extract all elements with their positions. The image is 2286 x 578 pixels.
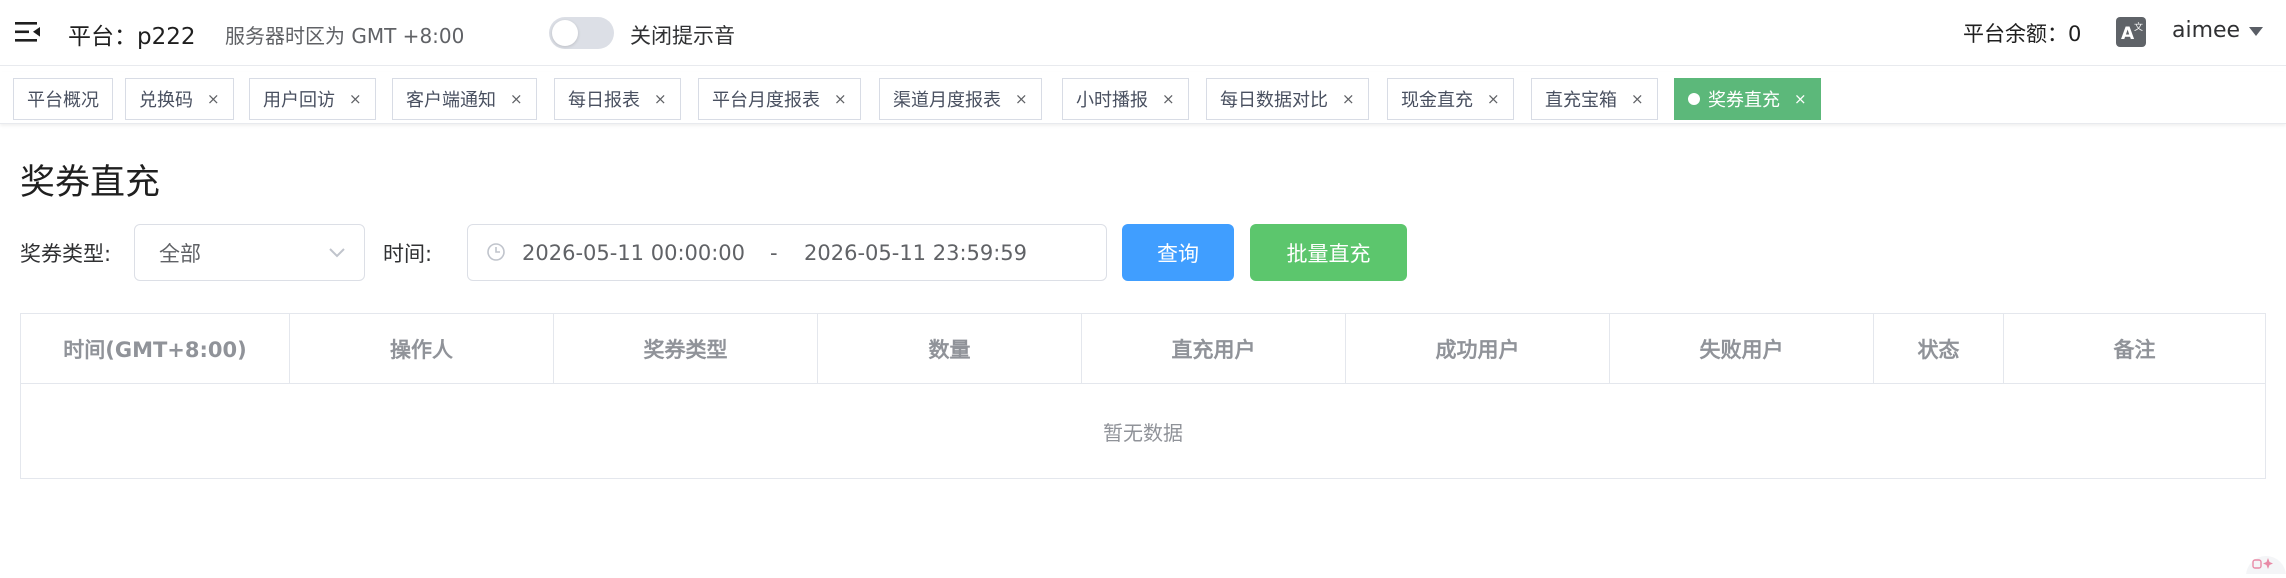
time-label: 时间: [383, 242, 433, 266]
close-icon[interactable]: × [1631, 90, 1644, 108]
tag-label: 奖券直充 [1708, 90, 1780, 111]
caret-down-icon [2249, 26, 2264, 36]
date-range-picker[interactable]: 2026-05-11 00:00:00 - 2026-05-11 23:59:5… [467, 224, 1107, 281]
tag-hourly-broadcast[interactable]: 小时播报 × [1062, 78, 1189, 120]
close-icon[interactable]: × [654, 90, 667, 108]
tag-label: 客户端通知 [406, 90, 496, 111]
column-header-status: 状态 [1874, 314, 2004, 384]
table-empty-text: 暂无数据 [1103, 421, 1183, 445]
close-icon[interactable]: × [1015, 90, 1028, 108]
translate-icon[interactable]: A 文 [2116, 17, 2146, 47]
query-button[interactable]: 查询 [1122, 224, 1234, 281]
range-separator: - [770, 241, 778, 265]
user-dropdown[interactable]: aimee [2172, 18, 2264, 43]
tag-label: 平台概况 [27, 90, 99, 111]
tag-label: 直充宝箱 [1545, 90, 1617, 111]
tag-label: 用户回访 [263, 90, 335, 111]
voucher-type-label: 奖券类型: [20, 242, 112, 266]
close-icon[interactable]: × [1487, 90, 1500, 108]
platform-label: 平台：p222 [68, 24, 196, 50]
tag-cash-direct-recharge[interactable]: 现金直充 × [1387, 78, 1514, 120]
column-header-recharge-users: 直充用户 [1082, 314, 1346, 384]
tag-client-notice[interactable]: 客户端通知 × [392, 78, 537, 120]
tag-daily-report[interactable]: 每日报表 × [554, 78, 681, 120]
svg-text:A: A [2121, 24, 2135, 44]
end-time-input[interactable]: 2026-05-11 23:59:59 [804, 241, 1027, 265]
tag-voucher-direct-recharge[interactable]: 奖券直充 × [1674, 78, 1821, 120]
close-icon[interactable]: × [834, 90, 847, 108]
tag-direct-recharge-chest[interactable]: 直充宝箱 × [1531, 78, 1658, 120]
column-header-voucher-type: 奖券类型 [554, 314, 818, 384]
tag-redeem-code[interactable]: 兑换码 × [125, 78, 234, 120]
tag-platform-overview[interactable]: 平台概况 [13, 78, 113, 120]
column-header-remark: 备注 [2113, 338, 2156, 362]
tag-label: 兑换码 [139, 90, 193, 111]
username: aimee [2172, 18, 2241, 43]
tag-label: 现金直充 [1401, 90, 1473, 111]
tags-view-bar: 平台概况 兑换码 × 用户回访 × 客户端通知 × 每日报表 × 平台月度报表 … [0, 72, 2286, 124]
svg-text:文: 文 [2134, 21, 2143, 33]
tag-daily-data-compare[interactable]: 每日数据对比 × [1206, 78, 1369, 120]
column-header-time: 时间(GMT+8:00) [21, 314, 290, 384]
sound-toggle-label: 关闭提示音 [630, 24, 735, 48]
voucher-type-value: 全部 [159, 241, 201, 266]
page-title: 奖券直充 [20, 163, 161, 203]
sound-toggle-switch[interactable] [549, 17, 614, 49]
tag-user-revisit[interactable]: 用户回访 × [249, 78, 376, 120]
close-icon[interactable]: × [1342, 90, 1355, 108]
clock-icon [487, 243, 505, 261]
active-dot-icon [1688, 93, 1700, 105]
toggle-knob [552, 20, 578, 46]
batch-recharge-button[interactable]: 批量直充 [1250, 224, 1407, 281]
tag-channel-monthly-report[interactable]: 渠道月度报表 × [879, 78, 1042, 120]
tag-platform-monthly-report[interactable]: 平台月度报表 × [698, 78, 861, 120]
platform-balance: 平台余额：0 [1963, 22, 2082, 46]
table-header-row: 时间(GMT+8:00) 操作人 奖券类型 数量 直充用户 成功用户 失败用户 … [21, 314, 2265, 384]
column-header-failed-users: 失败用户 [1610, 314, 1874, 384]
tag-label: 小时播报 [1076, 90, 1148, 111]
tag-label: 每日数据对比 [1220, 90, 1328, 111]
close-icon[interactable]: × [1162, 90, 1175, 108]
menu-fold-icon[interactable] [14, 19, 42, 45]
close-icon[interactable]: × [510, 90, 523, 108]
assistant-widget-icon[interactable] [2236, 550, 2286, 578]
close-icon[interactable]: × [207, 90, 220, 108]
tag-label: 渠道月度报表 [893, 90, 1001, 111]
column-header-operator: 操作人 [290, 314, 554, 384]
top-header: 平台：p222 服务器时区为 GMT +8:00 关闭提示音 平台余额：0 A … [0, 0, 2286, 66]
server-timezone: 服务器时区为 GMT +8:00 [225, 24, 465, 48]
records-table: 时间(GMT+8:00) 操作人 奖券类型 数量 直充用户 成功用户 失败用户 … [20, 313, 2266, 479]
voucher-type-select[interactable]: 全部 [134, 224, 365, 281]
chevron-down-icon [329, 248, 345, 258]
close-icon[interactable]: × [349, 90, 362, 108]
tag-label: 平台月度报表 [712, 90, 820, 111]
start-time-input[interactable]: 2026-05-11 00:00:00 [522, 241, 745, 265]
column-header-quantity: 数量 [818, 314, 1082, 384]
tag-label: 每日报表 [568, 90, 640, 111]
close-icon[interactable]: × [1794, 90, 1807, 108]
column-header-success-users: 成功用户 [1346, 314, 1610, 384]
